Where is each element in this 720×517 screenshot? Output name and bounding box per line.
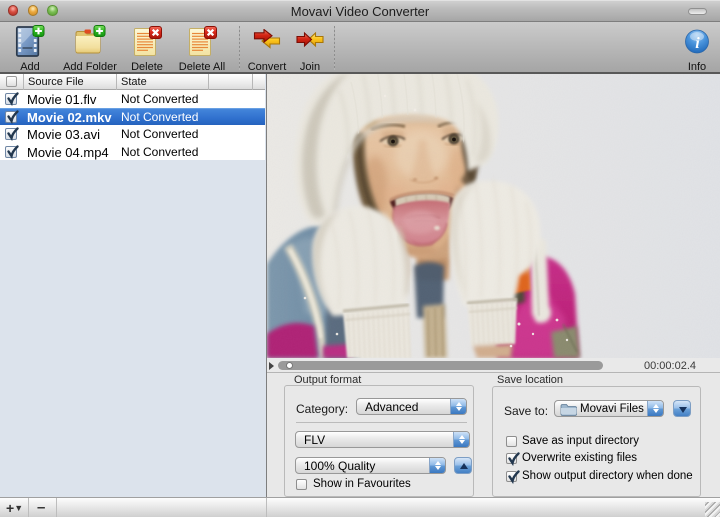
svg-text:i: i xyxy=(695,35,700,52)
